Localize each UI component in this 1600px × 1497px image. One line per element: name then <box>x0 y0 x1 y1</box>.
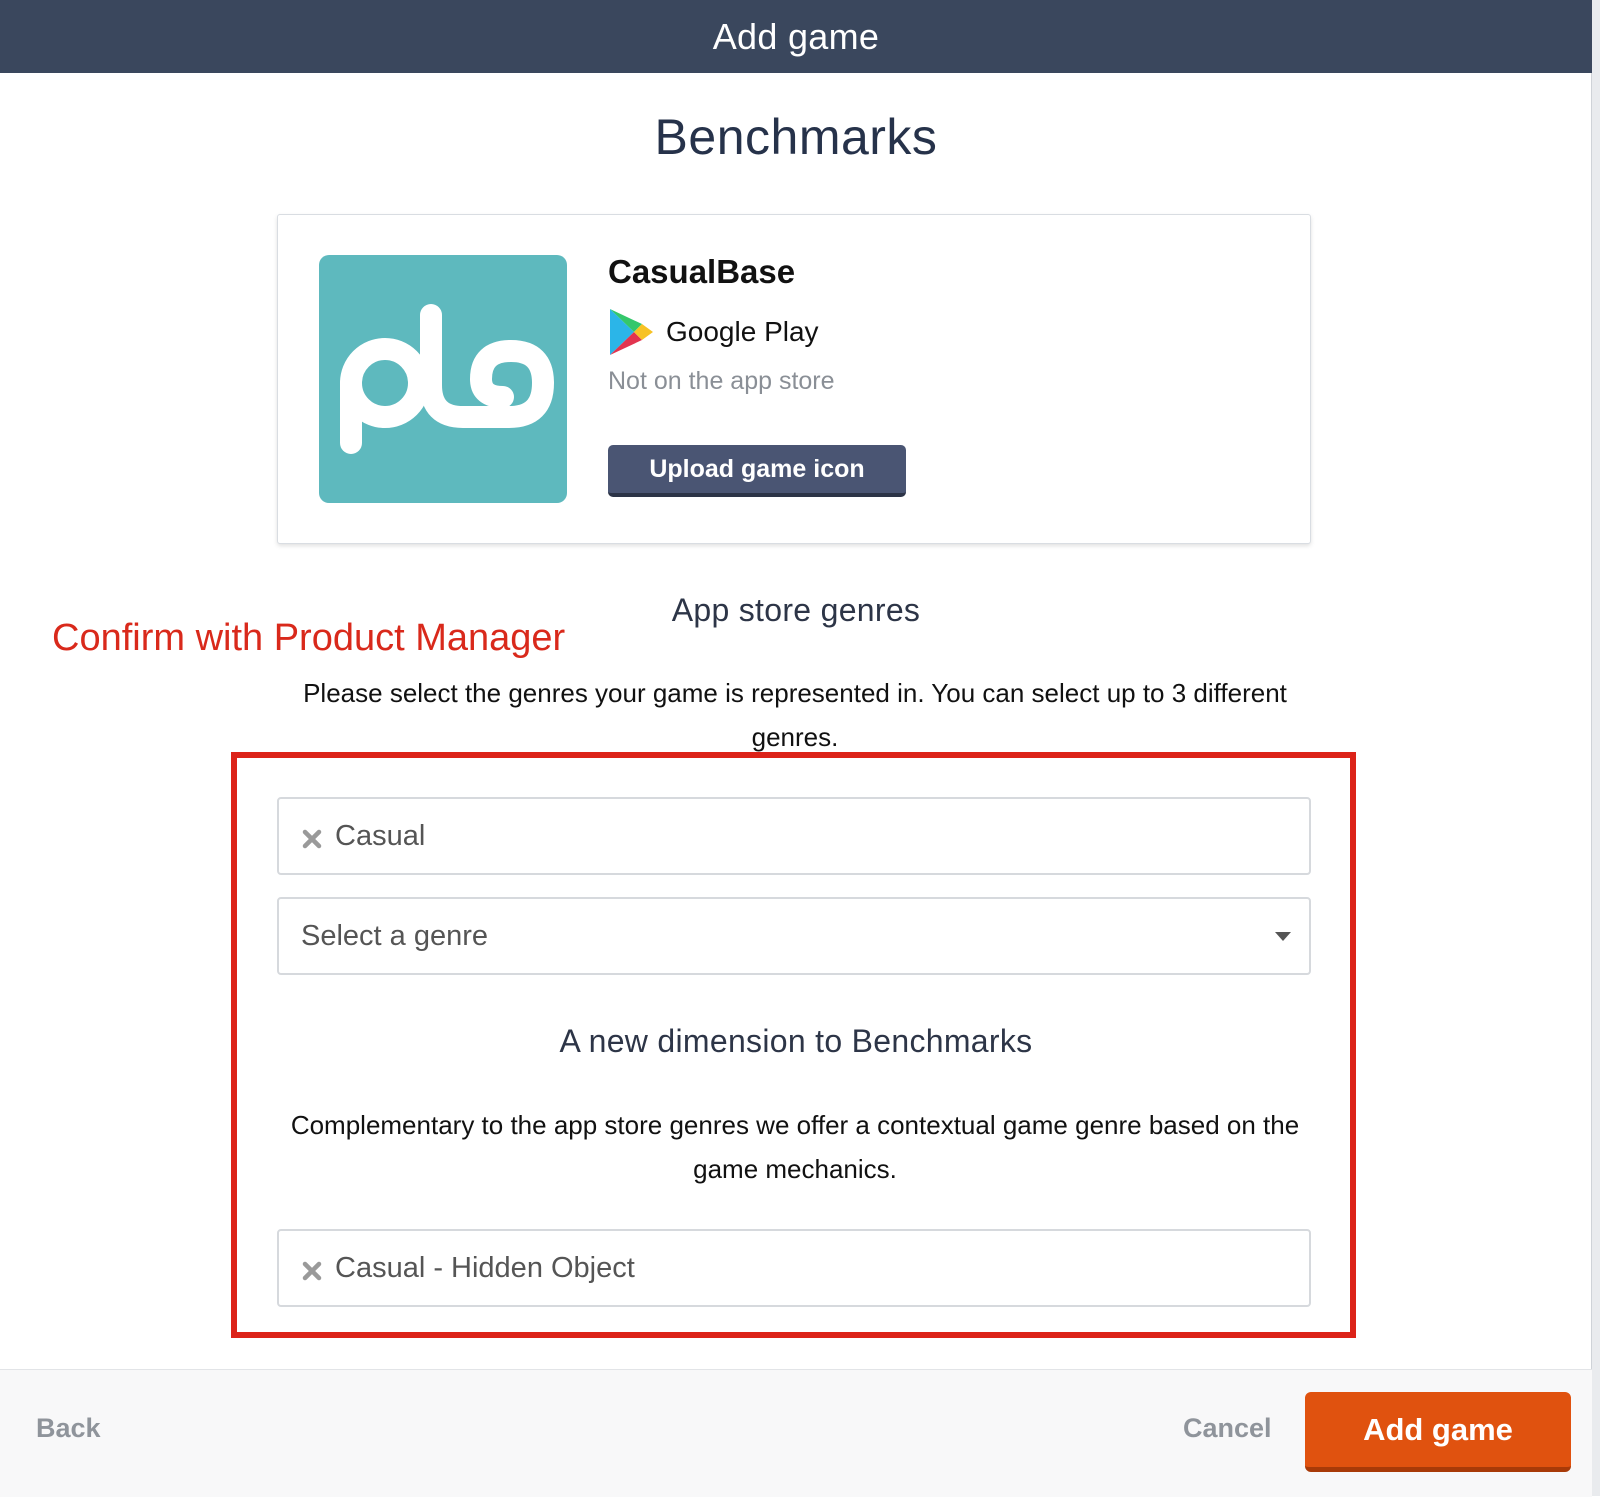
selected-genres-field[interactable]: Casual <box>277 797 1311 875</box>
app-store-genres-description: Please select the genres your game is re… <box>303 678 1287 752</box>
app-logo-icon <box>319 255 567 503</box>
store-name: Google Play <box>666 316 819 347</box>
remove-tag-icon[interactable] <box>301 825 323 849</box>
remove-tag-icon[interactable] <box>301 1257 323 1281</box>
background-page-edge <box>1591 0 1600 1496</box>
contextual-genre-field[interactable]: Casual - Hidden Object <box>277 1229 1311 1307</box>
game-name: CasualBase <box>608 253 796 290</box>
google-play-icon <box>608 307 654 357</box>
dimension-title: A new dimension to Benchmarks <box>559 1023 1033 1059</box>
modal-header: Add game <box>0 0 1592 73</box>
annotation-note: Confirm with Product Manager <box>52 617 566 659</box>
modal-title: Add game <box>712 15 880 57</box>
cancel-button[interactable]: Cancel <box>1183 1413 1272 1444</box>
contextual-genre-tag-label: Casual - Hidden Object <box>335 1251 635 1284</box>
dimension-description: Complementary to the app store genres we… <box>290 1110 1300 1184</box>
store-row: Google Play <box>608 307 819 357</box>
game-card: CasualBase Google Play Not on the app st… <box>277 214 1311 544</box>
add-game-button[interactable]: Add game <box>1305 1392 1571 1472</box>
chevron-down-icon[interactable] <box>1275 932 1291 941</box>
store-status: Not on the app store <box>608 367 835 395</box>
genre-select[interactable]: Select a genre <box>277 897 1311 975</box>
upload-game-icon-button[interactable]: Upload game icon <box>608 445 906 497</box>
genre-tag-label: Casual <box>335 819 426 852</box>
page-title: Benchmarks <box>654 109 938 165</box>
modal-footer: Back Cancel Add game <box>0 1369 1592 1497</box>
genre-select-placeholder: Select a genre <box>301 919 489 952</box>
back-button[interactable]: Back <box>36 1413 101 1444</box>
